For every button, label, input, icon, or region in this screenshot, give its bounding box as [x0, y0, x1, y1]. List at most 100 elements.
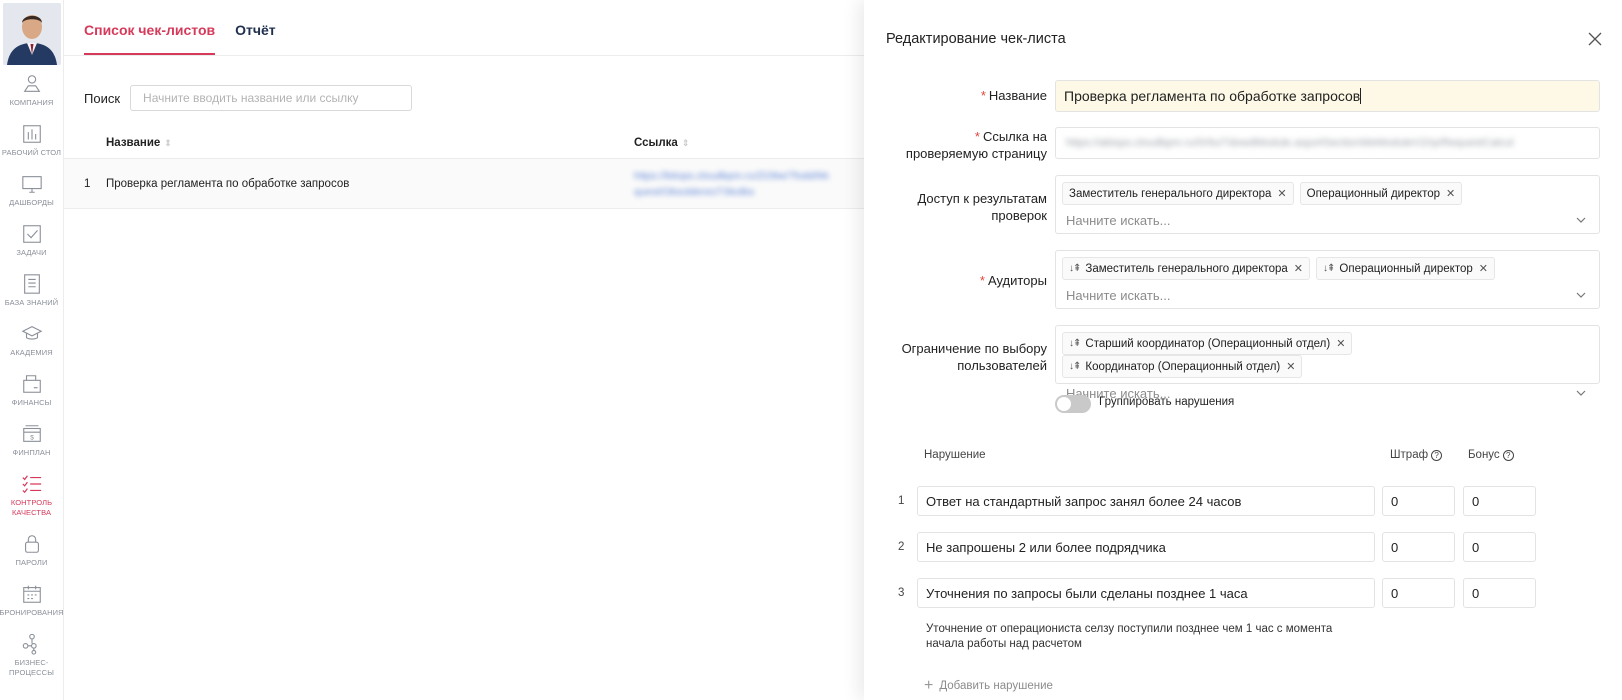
sidebar-item-company[interactable]: КОМПАНИЯ [0, 73, 63, 123]
quality-icon [21, 475, 41, 494]
row-link-text[interactable]: https://bitops.cloudbpm.ru/ZO9w/7fodd/Mo… [634, 168, 829, 184]
sort-icon[interactable]: ⇕ [164, 138, 172, 149]
knowledge-icon [23, 274, 40, 294]
access-label: Доступ к результатам проверок [917, 191, 1047, 223]
tab-checklists[interactable]: Список чек-листов [84, 22, 216, 55]
chevron-down-icon[interactable] [1575, 289, 1587, 301]
sidebar-item-desktop[interactable]: РАБОЧИЙ СТОЛ [0, 123, 63, 173]
tasks-icon [22, 225, 41, 243]
violation-row-number: 2 [898, 541, 905, 553]
violation-row-number: 3 [898, 587, 905, 599]
finplan-icon: $ [22, 425, 41, 442]
group-violations-toggle[interactable] [1055, 395, 1091, 413]
row-link[interactable]: https://bitops.cloudbpm.ru/ZO9w/7fodd/Mo… [634, 168, 864, 200]
bonus-header: Бонус? [1468, 449, 1514, 461]
violation-row-number: 1 [898, 495, 905, 507]
url-input[interactable]: https://abisps.cloudbpm.ru/0r9u/7dowdMod… [1055, 127, 1600, 159]
graduation-icon [21, 326, 42, 340]
help-icon[interactable]: ? [1431, 450, 1443, 461]
row-name: Проверка регламента по обработке запросо… [106, 177, 350, 190]
tab-report[interactable]: Отчёт [235, 22, 276, 55]
violation-text-input[interactable]: Не запрошены 2 или более подрядчика [917, 532, 1375, 562]
column-header-link[interactable]: Ссылка ⇕ [634, 137, 864, 149]
chevron-down-icon[interactable] [1575, 214, 1587, 226]
violation-text-input[interactable]: Уточнения по запросы были сделаны поздне… [917, 578, 1375, 608]
remove-tag-icon[interactable]: ✕ [1277, 187, 1286, 200]
sidebar-item-label: ФИНАНСЫ [11, 398, 52, 407]
table-header: Название ⇕ Ссылка ⇕ [64, 128, 864, 159]
help-icon[interactable]: ? [1502, 450, 1514, 461]
auditors-select[interactable]: ↓⇞ Заместитель генерального директора ✕ ↓⇞… [1055, 250, 1600, 309]
sidebar-item-finance[interactable]: ФИНАНСЫ [0, 373, 63, 423]
add-violation-button[interactable]: + Добавить нарушение [924, 677, 1053, 695]
fine-input[interactable]: 0 [1382, 532, 1455, 562]
desktop-icon [22, 125, 41, 143]
row-link-text-2[interactable]: quest/ObsolderesTSkolbs [634, 184, 829, 200]
close-icon[interactable] [1586, 30, 1604, 48]
main-content: Список чек-листов Отчёт Поиск Название⇕ … [64, 0, 864, 700]
company-icon [23, 75, 40, 92]
remove-tag-icon[interactable]: ✕ [1446, 187, 1455, 200]
process-icon [22, 633, 37, 655]
tab-bar: Список чек-листов Отчёт [64, 0, 864, 56]
remove-tag-icon[interactable]: ✕ [1286, 360, 1295, 373]
access-tag: Операционный директор ✕ [1299, 182, 1463, 205]
sort-order-icon[interactable]: ↓⇞ [1069, 361, 1081, 372]
search-input[interactable] [130, 85, 413, 111]
violation-header: Нарушение [924, 449, 986, 461]
monitor-icon [21, 176, 42, 193]
url-label: * Ссылка на проверяемую страницу [905, 129, 1047, 161]
sidebar-item-processes[interactable]: БИЗНЕС-ПРОЦЕССЫ [0, 633, 63, 693]
bonus-input[interactable]: 0 [1463, 486, 1536, 516]
lock-icon [24, 535, 39, 553]
sidebar-item-label: ЗАДАЧИ [16, 248, 47, 257]
auditor-tag: ↓⇞ Операционный директор ✕ [1316, 257, 1495, 280]
access-search-placeholder[interactable]: Начните искать... [1066, 213, 1170, 228]
access-select[interactable]: Заместитель генерального директора ✕ Опер… [1055, 175, 1600, 234]
auditor-tag: ↓⇞ Заместитель генерального директора ✕ [1062, 257, 1311, 280]
fine-input[interactable]: 0 [1382, 486, 1455, 516]
sort-order-icon[interactable]: ↓⇞ [1069, 338, 1081, 349]
auditors-search-placeholder[interactable]: Начните искать... [1066, 288, 1170, 303]
sidebar-item-label: РАБОЧИЙ СТОЛ [1, 148, 62, 157]
name-label: * Название [980, 88, 1047, 103]
bonus-input[interactable]: 0 [1463, 578, 1536, 608]
name-input[interactable]: Проверка регламента по обработке запросо… [1055, 80, 1600, 112]
sort-icon[interactable]: ⇕ [682, 138, 690, 149]
violation-text-input[interactable]: Ответ на стандартный запрос занял более … [917, 486, 1375, 516]
bonus-input[interactable]: 0 [1463, 532, 1536, 562]
sidebar-item-label: БИЗНЕС-ПРОЦЕССЫ [9, 658, 54, 677]
column-header-name[interactable]: Название ⇕ [106, 137, 634, 149]
restrict-tag: ↓⇞ Старший координатор (Операционный отде… [1062, 332, 1353, 355]
remove-tag-icon[interactable]: ✕ [1479, 262, 1488, 275]
violation-description[interactable]: Уточнение от операциониста селзу поступи… [926, 622, 1356, 652]
sidebar-item-label: ПАРОЛИ [15, 558, 48, 567]
sidebar-item-dashboards[interactable]: ДАШБОРДЫ [0, 173, 63, 223]
restrict-select[interactable]: ↓⇞ Старший координатор (Операционный отде… [1055, 325, 1600, 401]
sidebar-item-label: ДАШБОРДЫ [9, 198, 54, 207]
sidebar-item-knowledge[interactable]: БАЗА ЗНАНИЙ [0, 273, 63, 323]
calendar-icon [22, 585, 41, 603]
remove-tag-icon[interactable]: ✕ [1294, 262, 1303, 275]
fine-input[interactable]: 0 [1382, 578, 1455, 608]
chevron-down-icon[interactable] [1575, 387, 1587, 399]
sort-order-icon[interactable]: ↓⇞ [1323, 263, 1335, 274]
edit-checklist-drawer: Редактирование чек-листа * Название Прове… [864, 0, 1622, 700]
sidebar-item-finplan[interactable]: $ ФИНПЛАН [0, 423, 63, 473]
finance-icon [22, 375, 41, 393]
sidebar-item-label: КОНТРОЛЬ КАЧЕСТВА [10, 498, 53, 517]
sidebar-item-tasks[interactable]: ЗАДАЧИ [0, 223, 63, 273]
sidebar-item-booking[interactable]: БРОНИРОВАНИЯ [0, 583, 64, 633]
remove-tag-icon[interactable]: ✕ [1336, 337, 1345, 350]
avatar[interactable] [2, 3, 61, 65]
table-row[interactable]: 1 Проверка регламента по обработке запро… [64, 159, 864, 209]
search-row: Поиск [64, 56, 864, 120]
sidebar-item-quality[interactable]: КОНТРОЛЬ КАЧЕСТВА [0, 473, 63, 533]
sidebar-item-passwords[interactable]: ПАРОЛИ [0, 533, 63, 583]
search-label: Поиск [84, 90, 121, 106]
sort-order-icon[interactable]: ↓⇞ [1069, 263, 1081, 274]
sidebar-item-label: КОМПАНИЯ [9, 98, 54, 107]
row-number: 1 [84, 177, 91, 190]
restrict-label: Ограничение по выбору пользователей [901, 341, 1047, 373]
sidebar-item-academy[interactable]: АКАДЕМИЯ [0, 323, 63, 373]
